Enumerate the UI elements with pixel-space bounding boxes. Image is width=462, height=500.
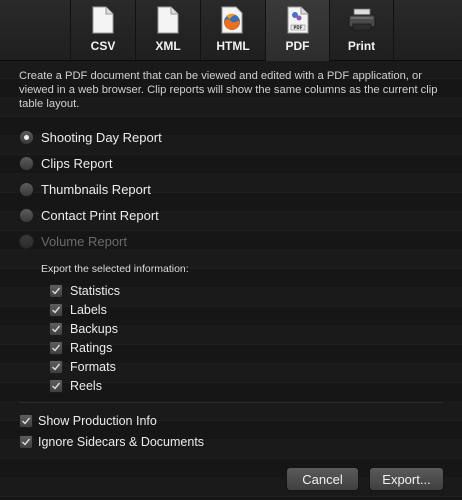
tab-csv[interactable]: CSV — [70, 0, 135, 61]
radio-button[interactable] — [19, 181, 34, 197]
tab-html-label: HTML — [216, 39, 250, 53]
tab-print-label: Print — [347, 39, 376, 53]
checkbox-label: Labels — [70, 303, 107, 317]
checkbox-label: Backups — [70, 322, 118, 336]
radio-button-selected[interactable] — [19, 129, 34, 145]
tab-pdf[interactable]: PDF PDF — [265, 0, 329, 61]
checkbox-show-production-info[interactable]: Show Production Info — [19, 412, 157, 430]
checkbox-label: Ignore Sidecars & Documents — [38, 435, 205, 449]
checkbox-reels[interactable]: Reels — [49, 377, 102, 395]
checkbox[interactable] — [19, 414, 33, 428]
checkmark-icon — [22, 417, 31, 425]
checkbox-backups[interactable]: Backups — [49, 320, 118, 338]
checkbox-label: Ratings — [70, 341, 113, 355]
tab-pdf-label: PDF — [285, 39, 310, 53]
tab-html[interactable]: HTML — [200, 0, 265, 61]
checkmark-icon — [52, 344, 61, 352]
checkmark-icon — [22, 438, 31, 446]
tab-print[interactable]: Print — [329, 0, 394, 61]
printer-icon — [347, 6, 377, 34]
checkmark-icon — [52, 382, 61, 390]
xml-file-icon — [157, 6, 179, 34]
checkbox-label: Reels — [70, 379, 102, 393]
radio-label: Clips Report — [41, 155, 113, 171]
checkbox-statistics[interactable]: Statistics — [49, 282, 120, 300]
checkbox-labels[interactable]: Labels — [49, 301, 107, 319]
tab-xml-label: XML — [155, 39, 181, 53]
export-format-toolbar: CSV XML HTML PDF PDF Print — [0, 0, 462, 61]
checkbox[interactable] — [49, 284, 63, 298]
export-button[interactable]: Export... — [369, 467, 444, 491]
radio-shooting-day-report[interactable]: Shooting Day Report — [19, 127, 162, 147]
checkmark-icon — [52, 306, 61, 314]
radio-button[interactable] — [19, 155, 34, 171]
radio-label: Thumbnails Report — [41, 181, 151, 197]
checkmark-icon — [52, 287, 61, 295]
radio-label: Shooting Day Report — [41, 129, 162, 145]
radio-label: Volume Report — [41, 233, 127, 249]
checkbox[interactable] — [49, 379, 63, 393]
radio-contact-print-report[interactable]: Contact Print Report — [19, 205, 159, 225]
checkbox[interactable] — [49, 341, 63, 355]
checkbox-label: Formats — [70, 360, 116, 374]
checkbox[interactable] — [19, 435, 33, 449]
tab-csv-label: CSV — [90, 39, 116, 53]
tab-xml[interactable]: XML — [135, 0, 200, 61]
checkmark-icon — [52, 363, 61, 371]
checkbox[interactable] — [49, 360, 63, 374]
export-section-label: Export the selected information: — [41, 263, 189, 275]
checkbox-formats[interactable]: Formats — [49, 358, 116, 376]
radio-thumbnails-report[interactable]: Thumbnails Report — [19, 179, 151, 199]
checkbox-label: Show Production Info — [38, 414, 157, 428]
csv-file-icon — [92, 6, 114, 34]
radio-clips-report[interactable]: Clips Report — [19, 153, 113, 173]
checkmark-icon — [52, 325, 61, 333]
checkbox[interactable] — [49, 303, 63, 317]
radio-button-disabled — [19, 233, 34, 249]
radio-button[interactable] — [19, 207, 34, 223]
radio-volume-report: Volume Report — [19, 231, 127, 251]
svg-text:PDF: PDF — [293, 25, 302, 30]
divider — [19, 402, 443, 403]
cancel-button[interactable]: Cancel — [286, 467, 359, 491]
checkbox-label: Statistics — [70, 284, 121, 298]
format-description: Create a PDF document that can be viewed… — [19, 70, 438, 110]
checkbox-ratings[interactable]: Ratings — [49, 339, 112, 357]
checkbox-ignore-sidecars[interactable]: Ignore Sidecars & Documents — [19, 433, 204, 451]
html-firefox-icon — [219, 6, 247, 34]
radio-label: Contact Print Report — [41, 207, 159, 223]
checkbox[interactable] — [49, 322, 63, 336]
pdf-file-icon: PDF — [287, 6, 309, 34]
